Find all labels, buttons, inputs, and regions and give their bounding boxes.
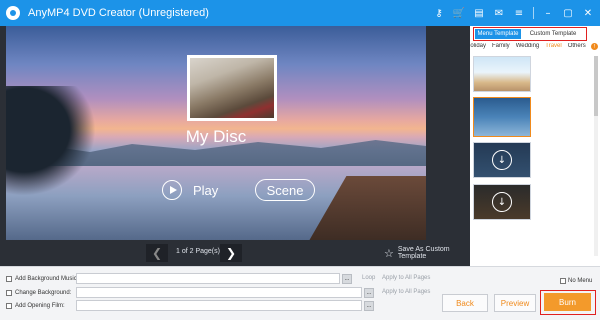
minimize-icon[interactable]: – — [540, 5, 556, 21]
no-menu-label: No Menu — [568, 278, 593, 284]
bottom-panel: Add Background Music: ... Loop Apply to … — [0, 266, 600, 320]
play-icon[interactable] — [162, 180, 182, 200]
burn-button-highlight: Burn — [540, 290, 596, 315]
bg-music-checkbox[interactable] — [6, 276, 12, 282]
title-bar-icons: ⚷ 🛒 ▤ ✉ ≡ – ▢ ✕ — [427, 0, 596, 26]
opening-film-row: Add Opening Film: — [6, 300, 81, 312]
template-thumb-2[interactable] — [473, 97, 531, 137]
register-icon[interactable]: ▤ — [471, 5, 487, 21]
no-menu-option[interactable]: No Menu — [560, 278, 592, 284]
play-button-label[interactable]: Play — [193, 183, 218, 198]
bg-music-label: Add Background Music: — [15, 276, 79, 282]
change-bg-field[interactable] — [76, 287, 362, 298]
download-icon: ↓ — [492, 192, 512, 212]
category-travel[interactable]: Travel — [545, 43, 561, 53]
template-tabs: Menu Template Custom Template — [473, 27, 587, 41]
next-page-button[interactable]: ❯ — [220, 244, 242, 262]
save-custom-template-button[interactable]: ☆ Save As Custom Template — [384, 246, 470, 260]
opening-film-browse-button[interactable]: ... — [364, 301, 374, 311]
burn-button[interactable]: Burn — [544, 293, 591, 311]
title-bar-separator — [533, 7, 534, 19]
key-icon[interactable]: ⚷ — [431, 5, 447, 21]
menu-preview[interactable]: My Disc Play Scene — [6, 26, 426, 240]
category-family[interactable]: Family — [492, 43, 510, 53]
bg-music-apply-all[interactable]: Apply to All Pages — [382, 275, 430, 281]
save-custom-template-label: Save As Custom Template — [397, 246, 450, 260]
category-holiday[interactable]: Holiday — [470, 43, 486, 53]
template-thumb-3[interactable]: ↓ — [473, 142, 531, 178]
template-thumb-1[interactable] — [473, 56, 531, 92]
category-wedding[interactable]: Wedding — [516, 43, 540, 53]
pager: ❮ 1 of 2 Page(s) ❯ ☆ Save As Custom Temp… — [0, 240, 470, 266]
maximize-icon[interactable]: ▢ — [560, 5, 576, 21]
preview-area: My Disc Play Scene ❮ 1 of 2 Page(s) ❯ ☆ … — [0, 26, 470, 266]
download-icon: ↓ — [492, 150, 512, 170]
scene-button[interactable]: Scene — [255, 179, 315, 201]
disc-thumbnail-frame[interactable] — [187, 55, 277, 121]
no-menu-checkbox[interactable] — [560, 278, 566, 284]
sidebar-scrollbar-thumb[interactable] — [594, 56, 598, 116]
chat-icon[interactable]: ✉ — [491, 5, 507, 21]
prev-page-button[interactable]: ❮ — [146, 244, 168, 262]
opening-film-checkbox[interactable] — [6, 303, 12, 309]
app-logo-icon — [6, 6, 20, 20]
category-tabs: Holiday Family Wedding Travel Others — [470, 43, 600, 53]
star-icon: ☆ — [384, 246, 394, 260]
preview-button[interactable]: Preview — [494, 294, 536, 312]
title-bar: AnyMP4 DVD Creator (Unregistered) ⚷ 🛒 ▤ … — [0, 0, 600, 26]
template-thumb-4[interactable]: ↓ — [473, 184, 531, 220]
bg-music-browse-button[interactable]: ... — [342, 274, 352, 284]
info-icon[interactable]: ! — [591, 43, 598, 50]
menu-icon[interactable]: ≡ — [511, 5, 527, 21]
category-others[interactable]: Others — [568, 43, 586, 53]
disc-thumbnail-image — [190, 58, 274, 118]
cart-icon[interactable]: 🛒 — [451, 5, 467, 21]
bg-music-field[interactable] — [76, 273, 340, 284]
loop-checkbox-label[interactable]: Loop — [362, 275, 375, 281]
template-sidebar: Menu Template Custom Template Holiday Fa… — [470, 26, 600, 266]
back-button[interactable]: Back — [442, 294, 488, 312]
close-icon[interactable]: ✕ — [580, 5, 596, 21]
change-bg-apply-all[interactable]: Apply to All Pages — [382, 289, 430, 295]
change-bg-label: Change Background: — [15, 290, 72, 296]
page-indicator: 1 of 2 Page(s) — [176, 248, 220, 255]
disc-title[interactable]: My Disc — [6, 127, 426, 147]
opening-film-label: Add Opening Film: — [15, 303, 65, 309]
tab-custom-template[interactable]: Custom Template — [521, 29, 585, 39]
change-bg-row: Change Background: — [6, 287, 81, 299]
change-bg-checkbox[interactable] — [6, 290, 12, 296]
app-title: AnyMP4 DVD Creator (Unregistered) — [28, 7, 209, 19]
bg-music-row: Add Background Music: — [6, 273, 81, 285]
opening-film-field[interactable] — [76, 300, 362, 311]
tab-menu-template[interactable]: Menu Template — [475, 29, 521, 39]
change-bg-browse-button[interactable]: ... — [364, 288, 374, 298]
